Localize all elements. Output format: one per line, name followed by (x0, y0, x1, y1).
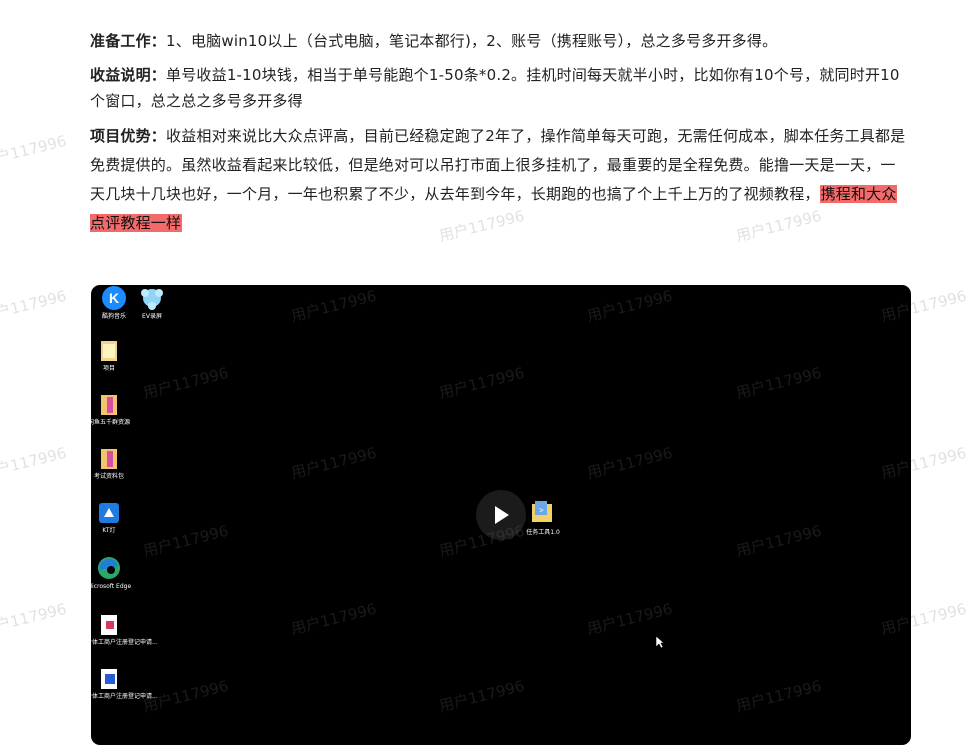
play-button[interactable] (476, 490, 526, 540)
advantages-label: 项目优势： (90, 127, 167, 145)
ev-recorder-icon (141, 289, 163, 310)
desktop-icon-label: 闲鱼五千群资源 (91, 419, 130, 426)
svg-text:>: > (539, 506, 544, 515)
desktop-icon-ev[interactable]: EV录屏 (129, 285, 175, 321)
earnings-label: 收益说明： (90, 66, 167, 84)
paragraph-advantages: 项目优势：收益相对来说比大众点评高，目前已经稳定跑了2年了，操作简单每天可跑，无… (90, 122, 910, 238)
archive-icon (101, 395, 117, 415)
watermark: 用户117996 (0, 443, 69, 483)
kugou-icon: K (102, 286, 126, 310)
desktop-icon-label: 考试资料包 (93, 473, 124, 480)
desktop-icon-project[interactable]: 项目 (91, 339, 132, 373)
desktop-icon-label: 个体工商户注册登记申请... (91, 693, 158, 700)
task-tool-icon: > (532, 501, 552, 522)
mouse-cursor-icon (655, 635, 665, 649)
play-icon (495, 506, 509, 524)
svg-text:K: K (109, 290, 119, 306)
earnings-text: 单号收益1-10块钱，相当于单号能跑个1-50条*0.2。挂机时间每天就半小时，… (90, 66, 900, 110)
desktop-icon-label: 项目 (102, 365, 115, 372)
wps-pdf-icon (101, 615, 117, 635)
preparation-label: 准备工作： (90, 32, 167, 50)
paragraph-preparation: 准备工作：1、电脑win10以上（台式电脑，笔记本都行)，2、账号（携程账号），… (90, 28, 910, 54)
desktop-icon-label: Microsoft Edge (91, 583, 132, 590)
paragraph-earnings: 收益说明：单号收益1-10块钱，相当于单号能跑个1-50条*0.2。挂机时间每天… (90, 62, 910, 114)
desktop-icon-word[interactable]: 个体工商户注册登记申请... (91, 667, 158, 701)
archive-icon (101, 449, 117, 469)
folder-icon (101, 341, 117, 361)
preparation-text: 1、电脑win10以上（台式电脑，笔记本都行)，2、账号（携程账号），总之多号多… (166, 32, 778, 50)
watermark: 用户117996 (0, 131, 69, 171)
desktop-icon-task-tool[interactable]: > 任务工具1.0 (520, 499, 566, 537)
advantages-text: 收益相对来说比大众点评高，目前已经稳定跑了2年了，操作简单每天可跑，无需任何成本… (90, 127, 906, 203)
desktop-icon-archive-2[interactable]: 考试资料包 (91, 447, 132, 481)
desktop-icon-label: 个体工商户注册登记申请... (91, 639, 158, 646)
desktop-icon-pdf[interactable]: 个体工商户注册登记申请... (91, 613, 158, 647)
desktop-icon-label: EV录屏 (142, 313, 162, 320)
app-shortcut-icon (99, 503, 119, 523)
desktop-icon-label: KT灯 (102, 527, 116, 534)
desktop-icon-edge[interactable]: Microsoft Edge (91, 555, 132, 591)
desktop-icon-kt[interactable]: KT灯 (91, 501, 132, 535)
word-doc-icon (101, 669, 117, 689)
desktop-icon-label: 任务工具1.0 (526, 529, 560, 536)
desktop-icon-archive-1[interactable]: 闲鱼五千群资源 (91, 393, 132, 427)
edge-icon (98, 557, 120, 579)
watermark: 用户117996 (0, 286, 69, 326)
video-player[interactable]: K 酷狗音乐 EV录屏 项目 闲鱼五千群资源 考试资料包 KT灯 Microso… (91, 285, 911, 745)
watermark: 用户117996 (0, 599, 69, 639)
